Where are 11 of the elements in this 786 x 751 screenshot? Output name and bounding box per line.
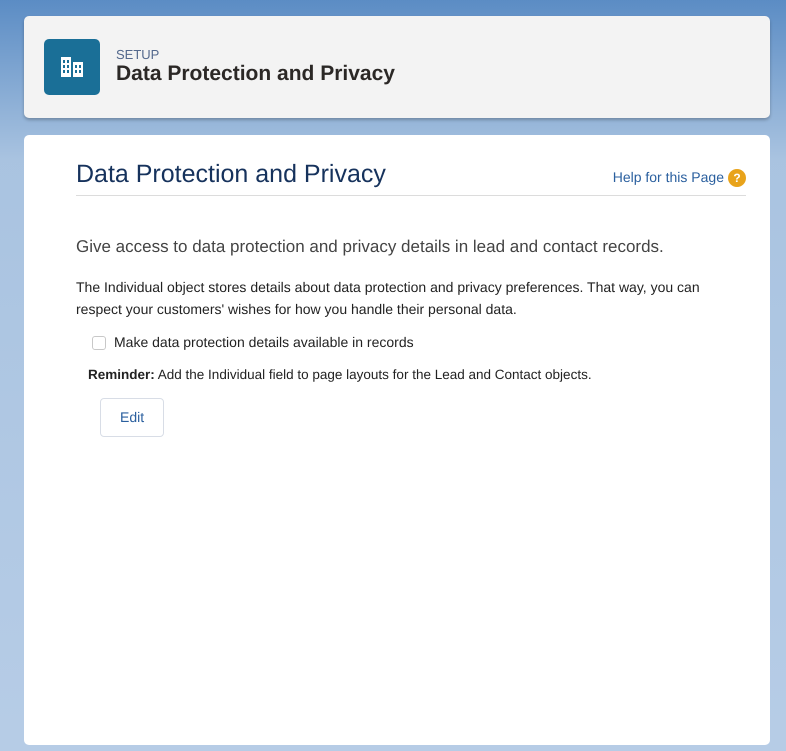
description-text: The Individual object stores details about data protection and privacy preferences. That way, you can respect your customers' wishes for how you handle their personal data. [76,278,701,319]
building-icon [44,39,100,95]
header-eyebrow: SETUP [116,48,160,61]
checkbox[interactable] [92,336,106,350]
page-title: Data Protection and Privacy [76,159,386,189]
header-title: Data Protection and Privacy [116,60,395,86]
checkbox-label[interactable]: Make data protection details available in records [114,332,414,354]
reminder-text: Reminder: Add the Individual field to page layouts for the Lead and Contact objects. [88,366,593,384]
edit-button[interactable]: Edit [100,398,164,437]
help-link[interactable]: Help for this Page [612,167,724,188]
intro-text: Give access to data protection and privacy details in lead and contact records. [76,236,665,258]
